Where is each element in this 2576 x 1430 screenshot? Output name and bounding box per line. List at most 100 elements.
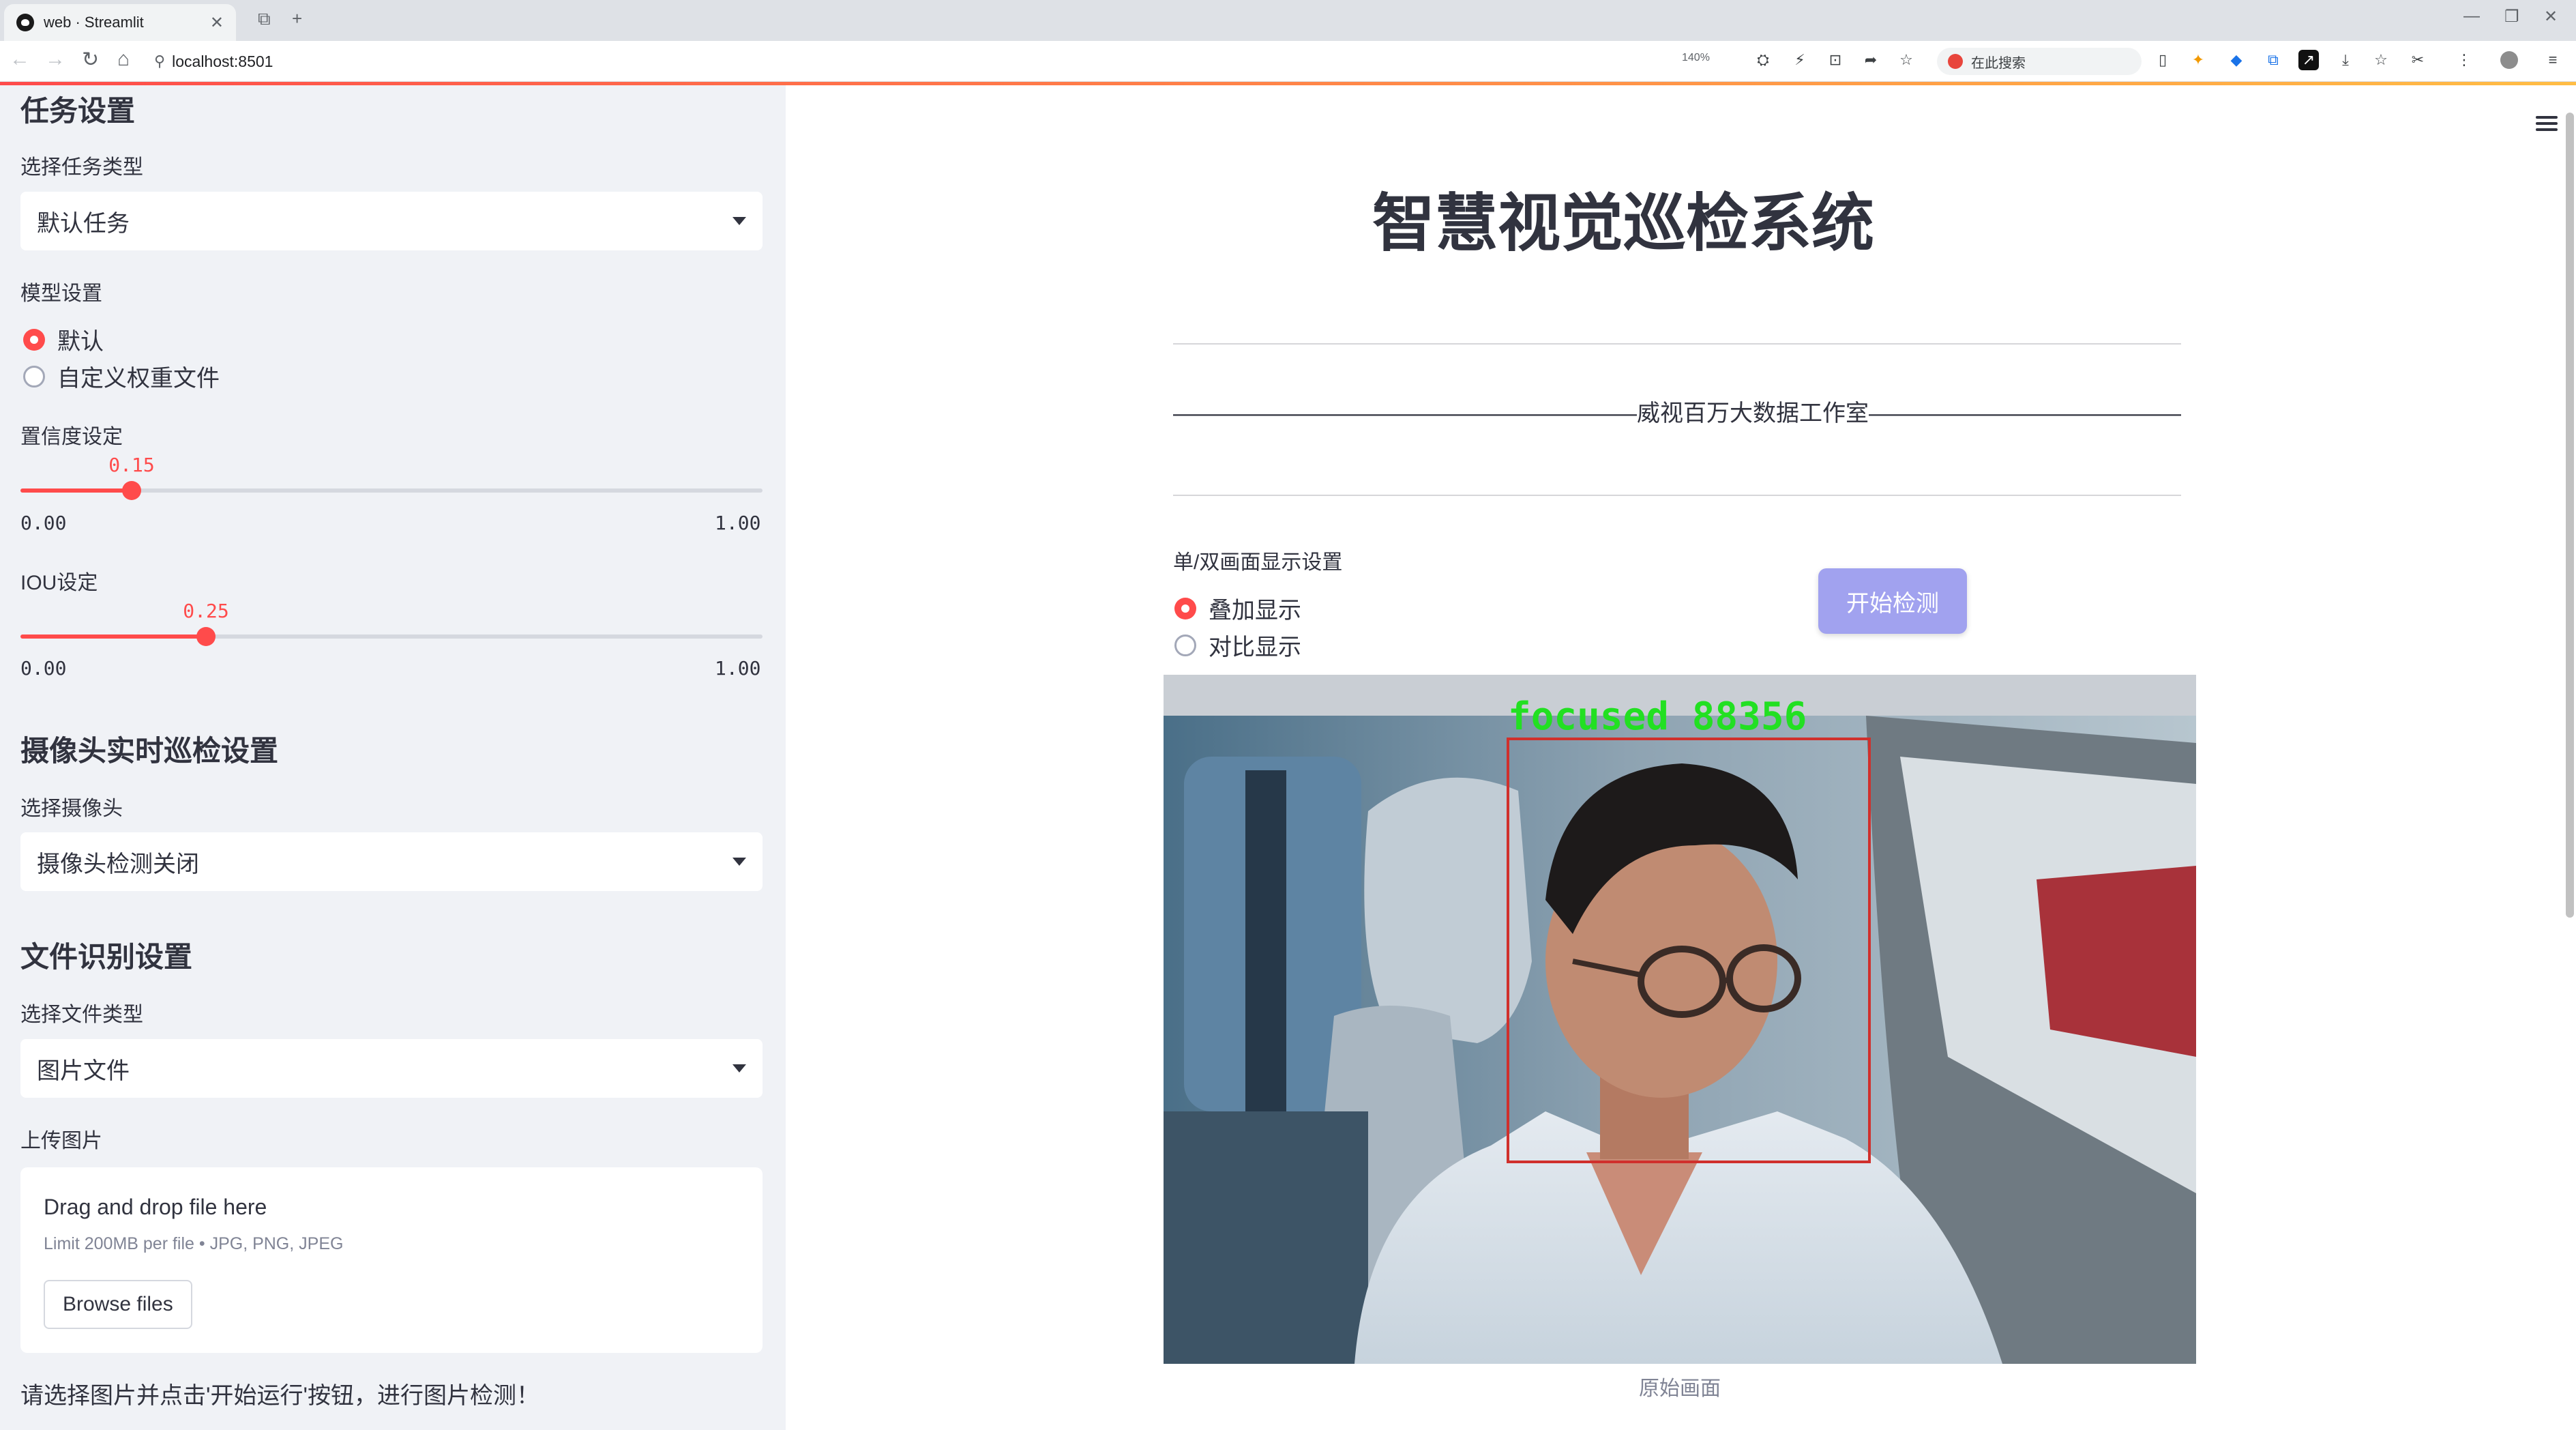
new-tab-icon[interactable]: + — [292, 8, 302, 29]
extension-blue-icon[interactable]: ◆ — [2226, 50, 2247, 70]
sidebar: 任务设置 选择任务类型 默认任务 模型设置 默认 自定义权重文件 置信度设定 0… — [0, 85, 786, 1430]
page-title: 智慧视觉巡检系统 — [1372, 187, 1874, 260]
back-icon[interactable]: ← — [10, 48, 30, 71]
detection-label: focused 88356 — [1508, 695, 1807, 739]
camera-value: 摄像头检测关闭 — [37, 851, 199, 877]
file-type-label: 选择文件类型 — [20, 1004, 143, 1026]
iou-slider[interactable] — [20, 627, 763, 646]
display-option-compare[interactable]: 对比显示 — [1174, 628, 1301, 662]
display-option-label: 叠加显示 — [1209, 598, 1301, 624]
extension-color-icon[interactable]: ✦ — [2188, 50, 2208, 70]
tab-bar: web · Streamlit ✕ ⧉ + — ❐ ✕ — [0, 0, 2576, 41]
car-interior-photo: focused 88356 — [1164, 675, 2196, 1364]
confidence-value: 0.15 — [108, 454, 155, 476]
camera-label: 选择摄像头 — [20, 798, 123, 820]
iou-slider-fill — [20, 634, 206, 639]
chevron-down-icon — [732, 217, 746, 225]
share-icon[interactable]: ➦ — [1861, 50, 1881, 70]
radio-unselected-icon[interactable] — [1174, 634, 1196, 656]
display-mode-label: 单/双画面显示设置 — [1173, 551, 1343, 574]
radio-unselected-icon[interactable] — [23, 365, 45, 388]
display-option-label: 对比显示 — [1209, 634, 1301, 660]
close-tab-icon[interactable]: ✕ — [210, 13, 224, 33]
restore-icon[interactable]: ❐ — [2504, 7, 2519, 27]
zoom-indicator[interactable]: 140% — [1682, 52, 1710, 64]
browser-tab[interactable]: web · Streamlit ✕ — [4, 4, 236, 41]
search-placeholder: 在此搜索 — [1971, 55, 2026, 71]
divider — [1173, 343, 2181, 345]
streamlit-favicon-icon — [16, 14, 34, 31]
iou-value: 0.25 — [183, 600, 229, 622]
extension-dark-icon[interactable]: ↗ — [2298, 50, 2319, 70]
scrollbar[interactable] — [2566, 113, 2574, 918]
image-caption: 原始画面 — [1639, 1377, 1721, 1400]
main-content: 智慧视觉巡检系统 ————————————————————威视百万大数据工作室—… — [786, 85, 2576, 1430]
browser-search-box[interactable]: 在此搜索 — [1937, 48, 2142, 75]
scissors-icon[interactable]: ✂ — [2408, 50, 2428, 70]
url-text[interactable]: localhost:8501 — [172, 53, 273, 71]
model-option-label: 默认 — [57, 329, 104, 355]
radio-selected-icon[interactable] — [23, 328, 45, 351]
chevron-down-icon — [732, 1064, 746, 1072]
dropzone-limit: Limit 200MB per file • JPG, PNG, JPEG — [44, 1234, 344, 1253]
iou-min: 0.00 — [20, 657, 67, 680]
radio-selected-icon[interactable] — [1174, 597, 1196, 619]
tab-groups-icon[interactable]: ⧉ — [258, 8, 271, 30]
detection-image: focused 88356 — [1164, 675, 2196, 1364]
confidence-label: 置信度设定 — [20, 426, 123, 448]
mobile-icon[interactable]: ▯ — [2152, 50, 2173, 70]
confidence-slider-fill — [20, 488, 132, 493]
camera-select[interactable]: 摄像头检测关闭 — [20, 832, 763, 891]
browse-files-button[interactable]: Browse files — [44, 1280, 192, 1329]
model-settings-label: 模型设置 — [20, 282, 102, 305]
screenshot-icon[interactable]: ⊡ — [1825, 50, 1846, 70]
minimize-icon[interactable]: — — [2463, 7, 2480, 26]
download-icon[interactable]: ⤓ — [2335, 50, 2356, 70]
model-option-custom[interactable]: 自定义权重文件 — [23, 360, 220, 393]
site-info-icon[interactable]: ⚲ — [154, 53, 165, 70]
hamburger-menu-icon[interactable] — [2533, 113, 2560, 137]
search-engine-icon — [1948, 54, 1963, 69]
task-settings-header: 任务设置 — [20, 95, 136, 127]
iou-max: 1.00 — [715, 657, 761, 680]
confidence-slider-thumb[interactable] — [122, 481, 141, 500]
task-type-label: 选择任务类型 — [20, 156, 143, 179]
confidence-max: 1.00 — [715, 512, 761, 534]
start-detection-button[interactable]: 开始检测 — [1818, 568, 1967, 634]
task-type-value: 默认任务 — [37, 210, 130, 237]
extension-translate-icon[interactable]: ⧉ — [2263, 50, 2283, 70]
upload-hint: 请选择图片并点击'开始运行'按钮，进行图片检测！ — [20, 1383, 539, 1409]
iou-slider-thumb[interactable] — [196, 627, 216, 646]
camera-settings-header: 摄像头实时巡检设置 — [20, 735, 279, 767]
file-settings-header: 文件识别设置 — [20, 941, 193, 973]
close-window-icon[interactable]: ✕ — [2544, 7, 2558, 27]
divider — [1173, 495, 2181, 496]
browser-menu-icon[interactable]: ≡ — [2543, 50, 2563, 70]
favorites-icon[interactable]: ☆ — [2371, 50, 2391, 70]
profile-avatar-icon[interactable] — [2500, 51, 2518, 69]
chevron-down-icon — [732, 858, 746, 866]
reload-icon[interactable]: ↻ — [82, 48, 99, 72]
display-option-overlay[interactable]: 叠加显示 — [1174, 592, 1301, 625]
iou-label: IOU设定 — [20, 572, 98, 594]
file-dropzone[interactable]: Drag and drop file here Limit 200MB per … — [20, 1167, 763, 1353]
model-option-default[interactable]: 默认 — [23, 323, 104, 356]
file-type-select[interactable]: 图片文件 — [20, 1039, 763, 1098]
file-type-value: 图片文件 — [37, 1057, 130, 1084]
confidence-min: 0.00 — [20, 512, 67, 534]
tab-title: web · Streamlit — [44, 14, 144, 31]
confidence-slider[interactable] — [20, 481, 763, 500]
more-vert-icon[interactable]: ⋮ — [2454, 50, 2474, 70]
home-icon[interactable]: ⌂ — [117, 48, 130, 71]
lightning-icon[interactable]: ⚡ — [1790, 50, 1810, 70]
translate-icon[interactable]: ⛭ — [1753, 50, 1773, 70]
forward-icon[interactable]: → — [45, 48, 65, 71]
model-option-label: 自定义权重文件 — [57, 366, 220, 392]
dropzone-title: Drag and drop file here — [44, 1195, 267, 1219]
browser-chrome: web · Streamlit ✕ ⧉ + — ❐ ✕ ← → ↻ ⌂ ⚲ lo… — [0, 0, 2576, 82]
address-row: ← → ↻ ⌂ ⚲ localhost:8501 140% ⛭ ⚡ ⊡ ➦ ☆ … — [0, 41, 2576, 82]
subtitle: ————————————————————威视百万大数据工作室——————————… — [1173, 400, 2181, 426]
upload-label: 上传图片 — [20, 1130, 102, 1152]
bookmark-star-icon[interactable]: ☆ — [1896, 50, 1916, 70]
task-type-select[interactable]: 默认任务 — [20, 192, 763, 250]
